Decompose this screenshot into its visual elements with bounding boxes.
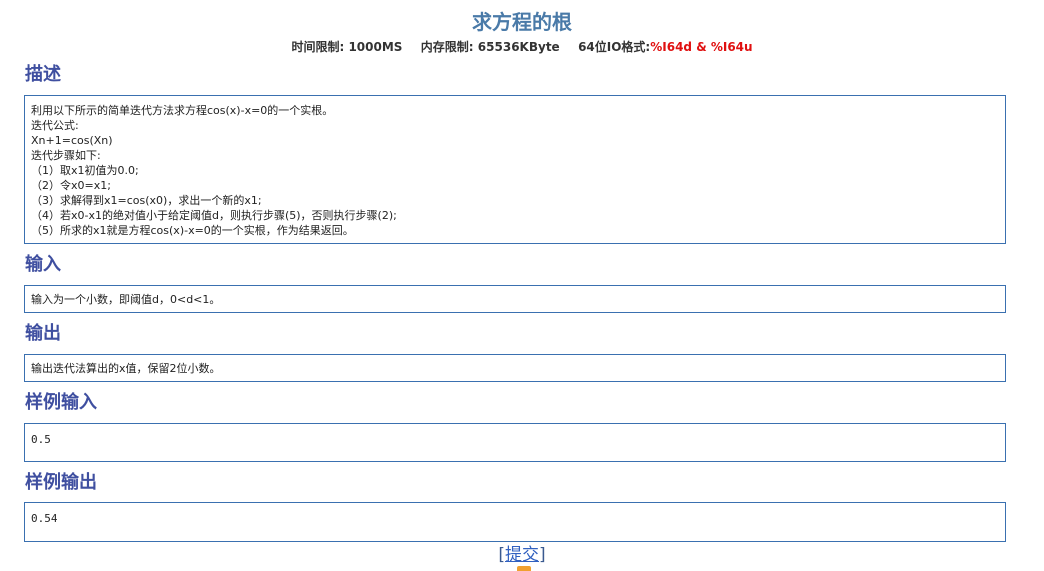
pointer-cursor-icon	[517, 566, 531, 571]
sample-input-box: 0.5	[24, 423, 1006, 462]
sample-output-heading: 样例输出	[25, 472, 97, 493]
description-box: 利用以下所示的简单迭代方法求方程cos(x)-x=0的一个实根。 迭代公式: X…	[24, 95, 1006, 244]
sample-input-text: 0.5	[31, 433, 51, 446]
description-line: （1）取x1初值为0.0;	[31, 164, 139, 177]
memory-limit-label: 内存限制:	[420, 40, 474, 54]
description-line: （2）令x0=x1;	[31, 179, 111, 192]
sample-input-heading: 样例输入	[25, 392, 97, 413]
description-heading: 描述	[25, 64, 61, 85]
bracket-open: [	[498, 545, 505, 565]
output-box: 输出迭代法算出的x值，保留2位小数。	[24, 354, 1006, 382]
description-line: （4）若x0-x1的绝对值小于给定阈值d，则执行步骤(5)，否则执行步骤(2);	[31, 209, 397, 222]
description-line: （5）所求的x1就是方程cos(x)-x=0的一个实根，作为结果返回。	[31, 224, 354, 237]
sample-output-text: 0.54	[31, 512, 58, 525]
io-format-value: %I64d & %I64u	[650, 40, 753, 54]
description-line: Xn+1=cos(Xn)	[31, 134, 113, 147]
input-text: 输入为一个小数，即阈值d，0<d<1。	[31, 293, 221, 306]
output-heading: 输出	[25, 323, 61, 344]
limits-bar: 时间限制: 1000MS 内存限制: 65536KByte 64位IO格式:%I…	[0, 39, 1044, 55]
page-title: 求方程的根	[472, 10, 572, 34]
description-line: 迭代公式:	[31, 119, 79, 132]
submit-area: [提交]	[0, 544, 1044, 566]
submit-link[interactable]: 提交	[505, 545, 539, 565]
io-format-label: 64位IO格式:	[578, 40, 651, 54]
bracket-close: ]	[539, 545, 546, 565]
description-line: （3）求解得到x1=cos(x0)，求出一个新的x1;	[31, 194, 262, 207]
description-line: 利用以下所示的简单迭代方法求方程cos(x)-x=0的一个实根。	[31, 104, 334, 117]
description-line: 迭代步骤如下:	[31, 149, 101, 162]
memory-limit-value: 65536KByte	[477, 40, 560, 54]
problem-page: 求方程的根 时间限制: 1000MS 内存限制: 65536KByte 64位I…	[0, 0, 1044, 571]
sample-output-box: 0.54	[24, 502, 1006, 542]
time-limit-value: 1000MS	[348, 40, 403, 54]
input-box: 输入为一个小数，即阈值d，0<d<1。	[24, 285, 1006, 313]
time-limit-label: 时间限制:	[291, 40, 345, 54]
output-text: 输出迭代法算出的x值，保留2位小数。	[31, 362, 221, 375]
input-heading: 输入	[25, 254, 61, 275]
